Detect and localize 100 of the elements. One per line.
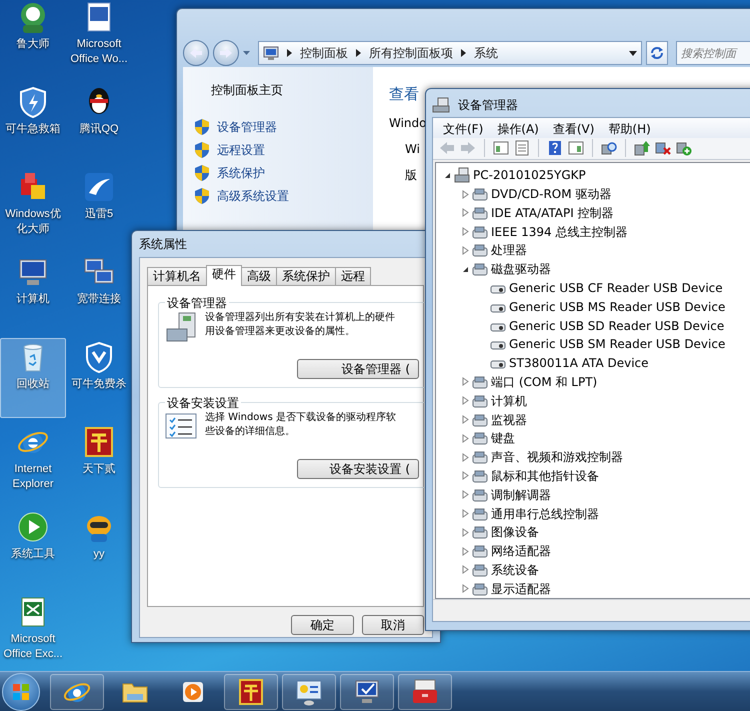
tree-item[interactable]: 通用串行总线控制器 (444, 504, 750, 523)
scan-icon[interactable] (601, 140, 617, 156)
collapsed-arrow-icon[interactable] (462, 528, 469, 537)
address-bar[interactable]: 控制面板 所有控制面板项 系统 (258, 41, 642, 65)
breadcrumb-link[interactable]: 控制面板 (300, 44, 348, 62)
tree-label: 网络适配器 (491, 543, 551, 560)
back-button[interactable] (183, 40, 209, 66)
tree-item[interactable]: 处理器 (444, 241, 750, 260)
taskbar-button[interactable] (398, 674, 452, 710)
tab[interactable]: 计算机名 (147, 267, 207, 285)
forward-button[interactable] (213, 40, 239, 66)
desktop-shortcut[interactable]: yy (66, 508, 132, 588)
taskbar-button[interactable] (224, 674, 278, 710)
tree-item[interactable]: DVD/CD-ROM 驱动器 (444, 184, 750, 204)
tree-item[interactable]: 键盘 (444, 428, 750, 448)
caret-icon[interactable] (243, 51, 250, 55)
expanded-arrow-icon[interactable] (462, 266, 469, 273)
tree-item[interactable]: 计算机 (444, 391, 750, 410)
tree-item[interactable]: 显示适配器 (444, 579, 750, 598)
dialog-button[interactable]: 确定 (291, 615, 354, 635)
collapsed-arrow-icon[interactable] (462, 565, 469, 574)
help-icon[interactable] (547, 140, 563, 156)
menu-item[interactable]: 操作(A) (497, 120, 539, 138)
device-icon (472, 486, 488, 503)
properties-icon[interactable] (514, 140, 530, 156)
taskbar-button[interactable] (50, 674, 104, 710)
menu-item[interactable]: 文件(F) (443, 120, 484, 138)
taskbar-button[interactable] (340, 674, 394, 710)
desktop-shortcut[interactable]: 鲁大师 (0, 0, 66, 78)
desktop-shortcut[interactable]: 系统工具 (0, 508, 66, 588)
desktop-shortcut[interactable]: 可牛急救箱 (0, 83, 66, 163)
tree-item[interactable]: Generic USB MS Reader USB Device (444, 297, 750, 316)
tree-item[interactable]: IDE ATA/ATAPI 控制器 (444, 203, 750, 222)
add-icon[interactable] (676, 140, 692, 156)
tree-item[interactable]: PC-20101025YGKP (444, 166, 750, 185)
collapsed-arrow-icon[interactable] (462, 246, 469, 255)
tree-item[interactable]: 声音、视频和游戏控制器 (444, 448, 750, 467)
panel-icon[interactable] (568, 140, 584, 156)
collapsed-arrow-icon[interactable] (462, 509, 469, 518)
tab[interactable]: 系统保护 (276, 267, 336, 285)
desktop-shortcut[interactable]: 宽带连接 (66, 253, 132, 333)
tree-item[interactable]: ST380011A ATA Device (444, 354, 750, 373)
breadcrumb-link[interactable]: 所有控制面板项 (369, 44, 453, 62)
desktop-shortcut[interactable]: 天下贰 (66, 423, 132, 503)
tree-item[interactable]: Generic USB SM Reader USB Device (444, 335, 750, 354)
tree-item[interactable]: 鼠标和其他指针设备 (444, 466, 750, 486)
tree-item[interactable]: 磁盘驱动器 (444, 260, 750, 279)
desktop-shortcut[interactable]: 计算机 (0, 253, 66, 333)
tree-item[interactable]: 调制解调器 (444, 485, 750, 504)
desktop-shortcut[interactable]: Windows优化大师 (0, 168, 66, 248)
group-button[interactable]: 设备安装设置 ( (297, 459, 419, 479)
collapsed-arrow-icon[interactable] (462, 415, 469, 424)
tree-item[interactable]: 图像设备 (444, 522, 750, 542)
update-icon[interactable] (634, 140, 650, 156)
tree-item[interactable]: 系统设备 (444, 560, 750, 580)
collapsed-arrow-icon[interactable] (462, 471, 469, 480)
task-link[interactable]: 远程设置 (217, 140, 265, 158)
desktop-shortcut[interactable]: Internet Explorer (0, 423, 66, 503)
tab[interactable]: 远程 (335, 267, 371, 285)
desktop-shortcut[interactable]: 迅雷5 (66, 168, 132, 248)
task-link[interactable]: 高级系统设置 (217, 186, 289, 204)
collapsed-arrow-icon[interactable] (462, 227, 469, 236)
shield-icon (195, 142, 209, 158)
collapsed-arrow-icon[interactable] (462, 584, 469, 594)
breadcrumb-link[interactable]: 系统 (474, 44, 498, 62)
collapsed-arrow-icon[interactable] (462, 396, 469, 406)
collapsed-arrow-icon[interactable] (462, 190, 469, 199)
collapsed-arrow-icon[interactable] (462, 377, 469, 386)
desktop-shortcut[interactable]: 可牛免费杀 (66, 338, 132, 418)
group-button[interactable]: 设备管理器 ( (297, 359, 419, 379)
desktop-shortcut[interactable]: 腾讯QQ (66, 83, 132, 163)
expanded-arrow-icon[interactable] (444, 172, 451, 179)
tree-item[interactable]: 端口 (COM 和 LPT) (444, 372, 750, 392)
tab[interactable]: 硬件 (206, 265, 242, 286)
collapsed-arrow-icon[interactable] (462, 490, 469, 500)
tree-item[interactable]: Generic USB CF Reader USB Device (444, 278, 750, 298)
start-button[interactable] (2, 672, 40, 710)
taskbar-button[interactable] (282, 674, 336, 710)
task-link[interactable]: 设备管理器 (217, 118, 277, 136)
dropdown-caret-icon[interactable] (629, 50, 637, 56)
uninstall-icon[interactable] (655, 140, 671, 156)
task-link[interactable]: 系统保护 (217, 164, 265, 182)
tree-item[interactable]: 网络适配器 (444, 542, 750, 561)
search-field[interactable]: 搜索控制面 (676, 41, 750, 65)
shield-icon (83, 341, 115, 373)
collapsed-arrow-icon[interactable] (462, 546, 469, 556)
tree-item[interactable]: IEEE 1394 总线主控制器 (444, 222, 750, 242)
tree-item[interactable]: Generic USB SD Reader USB Device (444, 316, 750, 335)
menu-item[interactable]: 帮助(H) (608, 120, 651, 138)
collapsed-arrow-icon[interactable] (462, 208, 469, 218)
desktop-shortcut[interactable]: Microsoft Office Wo... (66, 0, 132, 78)
collapsed-arrow-icon[interactable] (462, 434, 469, 443)
home-link[interactable]: 控制面板主页 (211, 81, 373, 99)
tree-item[interactable]: 监视器 (444, 410, 750, 429)
refresh-button[interactable] (646, 41, 668, 65)
dialog-button[interactable]: 取消 (362, 615, 424, 635)
menu-item[interactable]: 查看(V) (552, 120, 594, 138)
panel-icon[interactable] (493, 140, 509, 156)
collapsed-arrow-icon[interactable] (462, 452, 469, 462)
tab[interactable]: 高级 (241, 267, 277, 285)
